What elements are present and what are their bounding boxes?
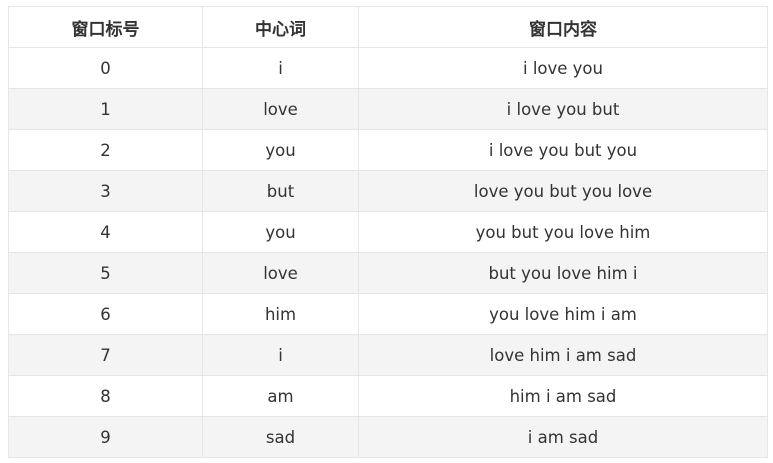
cell-window-index: 2 [8, 129, 203, 171]
table-row: 5 love but you love him i [8, 252, 768, 294]
table-header: 窗口标号 中心词 窗口内容 [8, 6, 768, 48]
table-row: 4 you you but you love him [8, 211, 768, 253]
table-row: 8 am him i am sad [8, 375, 768, 417]
table-row: 6 him you love him i am [8, 293, 768, 335]
table-container: 窗口标号 中心词 窗口内容 0 i i love you 1 love i lo… [8, 6, 768, 458]
cell-window-content: love him i am sad [358, 334, 768, 376]
cell-window-index: 0 [8, 47, 203, 89]
cell-window-content: you but you love him [358, 211, 768, 253]
cell-window-content: i love you but you [358, 129, 768, 171]
cell-window-index: 1 [8, 88, 203, 130]
cell-center-word: i [202, 334, 359, 376]
cell-center-word: love [202, 252, 359, 294]
table-row: 7 i love him i am sad [8, 334, 768, 376]
cell-center-word: you [202, 211, 359, 253]
cell-window-index: 6 [8, 293, 203, 335]
cell-window-index: 7 [8, 334, 203, 376]
cell-window-index: 4 [8, 211, 203, 253]
header-window-content: 窗口内容 [358, 6, 768, 48]
cell-center-word: love [202, 88, 359, 130]
window-table: 窗口标号 中心词 窗口内容 0 i i love you 1 love i lo… [8, 6, 768, 458]
cell-window-index: 8 [8, 375, 203, 417]
cell-window-content: i am sad [358, 416, 768, 458]
header-window-index: 窗口标号 [8, 6, 203, 48]
table-row: 9 sad i am sad [8, 416, 768, 458]
header-row: 窗口标号 中心词 窗口内容 [8, 6, 768, 48]
cell-window-index: 3 [8, 170, 203, 212]
cell-window-content: i love you [358, 47, 768, 89]
table-body: 0 i i love you 1 love i love you but 2 y… [8, 47, 768, 458]
cell-center-word: am [202, 375, 359, 417]
cell-center-word: sad [202, 416, 359, 458]
table-row: 2 you i love you but you [8, 129, 768, 171]
cell-window-content: him i am sad [358, 375, 768, 417]
table-row: 3 but love you but you love [8, 170, 768, 212]
table-row: 0 i i love you [8, 47, 768, 89]
cell-window-content: but you love him i [358, 252, 768, 294]
cell-center-word: i [202, 47, 359, 89]
cell-window-content: love you but you love [358, 170, 768, 212]
cell-window-index: 9 [8, 416, 203, 458]
cell-window-content: you love him i am [358, 293, 768, 335]
cell-window-index: 5 [8, 252, 203, 294]
cell-window-content: i love you but [358, 88, 768, 130]
cell-center-word: you [202, 129, 359, 171]
table-row: 1 love i love you but [8, 88, 768, 130]
cell-center-word: but [202, 170, 359, 212]
header-center-word: 中心词 [202, 6, 359, 48]
cell-center-word: him [202, 293, 359, 335]
